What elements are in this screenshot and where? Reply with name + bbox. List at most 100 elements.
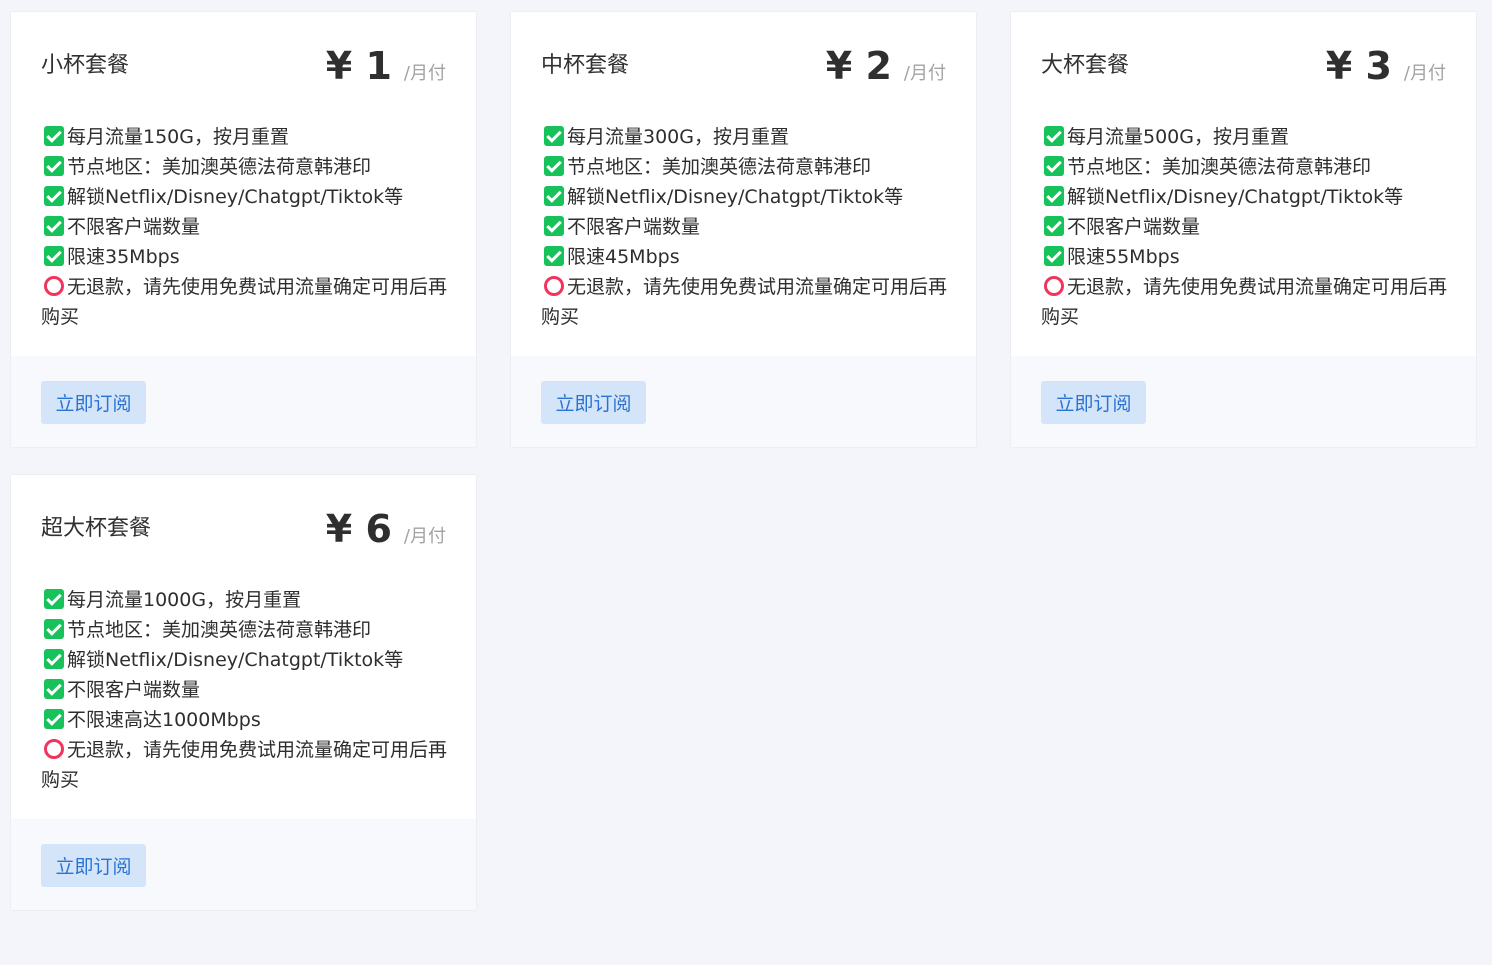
feature-item: 解锁Netflix/Disney/Chatgpt/Tiktok等 bbox=[541, 182, 951, 212]
feature-text: 解锁Netflix/Disney/Chatgpt/Tiktok等 bbox=[567, 186, 904, 208]
feature-item: 无退款，请先使用免费试用流量确定可用后再购买 bbox=[541, 272, 951, 332]
circle-icon bbox=[544, 276, 564, 296]
feature-text: 节点地区：美加澳英德法荷意韩港印 bbox=[67, 619, 372, 641]
price-amount: ¥ 6 bbox=[325, 507, 392, 551]
check-icon bbox=[44, 589, 64, 609]
plan-card-footer: 立即订阅 bbox=[511, 356, 976, 447]
feature-item: 节点地区：美加澳英德法荷意韩港印 bbox=[1041, 152, 1451, 182]
feature-list: 每月流量500G，按月重置 节点地区：美加澳英德法荷意韩港印 解锁Netflix… bbox=[1041, 122, 1451, 332]
feature-list: 每月流量1000G，按月重置 节点地区：美加澳英德法荷意韩港印 解锁Netfli… bbox=[41, 585, 451, 795]
feature-text: 解锁Netflix/Disney/Chatgpt/Tiktok等 bbox=[1067, 186, 1404, 208]
plan-card-small: 小杯套餐 ¥ 1 /月付 每月流量150G，按月重置 节点地区：美加澳英德法荷意… bbox=[10, 11, 477, 448]
check-icon bbox=[1044, 156, 1064, 176]
feature-text: 不限客户端数量 bbox=[1067, 216, 1201, 238]
check-icon bbox=[44, 246, 64, 266]
plan-price: ¥ 6 /月付 bbox=[326, 505, 446, 553]
feature-text: 限速55Mbps bbox=[1067, 246, 1180, 268]
feature-text: 不限速高达1000Mbps bbox=[67, 709, 261, 731]
feature-item: 节点地区：美加澳英德法荷意韩港印 bbox=[41, 615, 451, 645]
feature-item: 限速35Mbps bbox=[41, 242, 451, 272]
check-icon bbox=[44, 216, 64, 236]
check-icon bbox=[44, 156, 64, 176]
plan-card-body: 大杯套餐 ¥ 3 /月付 每月流量500G，按月重置 节点地区：美加澳英德法荷意… bbox=[1011, 12, 1476, 356]
plan-price: ¥ 2 /月付 bbox=[826, 42, 946, 90]
check-icon bbox=[44, 619, 64, 639]
feature-item: 不限客户端数量 bbox=[41, 212, 451, 242]
feature-item: 限速45Mbps bbox=[541, 242, 951, 272]
feature-text: 节点地区：美加澳英德法荷意韩港印 bbox=[67, 156, 372, 178]
price-unit: /月付 bbox=[903, 63, 946, 84]
plan-card-body: 中杯套餐 ¥ 2 /月付 每月流量300G，按月重置 节点地区：美加澳英德法荷意… bbox=[511, 12, 976, 356]
feature-text: 无退款，请先使用免费试用流量确定可用后再购买 bbox=[41, 739, 448, 791]
feature-item: 不限客户端数量 bbox=[41, 675, 451, 705]
plan-name: 大杯套餐 bbox=[1041, 53, 1130, 78]
feature-item: 节点地区：美加澳英德法荷意韩港印 bbox=[41, 152, 451, 182]
feature-text: 不限客户端数量 bbox=[67, 216, 201, 238]
plan-card-body: 超大杯套餐 ¥ 6 /月付 每月流量1000G，按月重置 节点地区：美加澳英德法… bbox=[11, 475, 476, 819]
subscribe-button[interactable]: 立即订阅 bbox=[41, 381, 146, 424]
check-icon bbox=[544, 156, 564, 176]
feature-text: 解锁Netflix/Disney/Chatgpt/Tiktok等 bbox=[67, 649, 404, 671]
feature-item: 不限客户端数量 bbox=[541, 212, 951, 242]
price-amount: ¥ 2 bbox=[825, 44, 892, 88]
feature-text: 限速45Mbps bbox=[567, 246, 680, 268]
check-icon bbox=[1044, 126, 1064, 146]
feature-text: 每月流量150G，按月重置 bbox=[67, 126, 289, 148]
feature-item: 每月流量1000G，按月重置 bbox=[41, 585, 451, 615]
circle-icon bbox=[1044, 276, 1064, 296]
price-unit: /月付 bbox=[1403, 63, 1446, 84]
plan-name: 小杯套餐 bbox=[41, 53, 130, 78]
check-icon bbox=[44, 709, 64, 729]
feature-text: 无退款，请先使用免费试用流量确定可用后再购买 bbox=[1041, 276, 1448, 328]
check-icon bbox=[1044, 216, 1064, 236]
plan-card-footer: 立即订阅 bbox=[11, 356, 476, 447]
feature-item: 无退款，请先使用免费试用流量确定可用后再购买 bbox=[41, 735, 451, 795]
feature-item: 解锁Netflix/Disney/Chatgpt/Tiktok等 bbox=[41, 645, 451, 675]
check-icon bbox=[544, 186, 564, 206]
price-unit: /月付 bbox=[403, 526, 446, 547]
subscribe-button[interactable]: 立即订阅 bbox=[1041, 381, 1146, 424]
check-icon bbox=[1044, 246, 1064, 266]
feature-text: 节点地区：美加澳英德法荷意韩港印 bbox=[1067, 156, 1372, 178]
feature-text: 节点地区：美加澳英德法荷意韩港印 bbox=[567, 156, 872, 178]
plan-card-footer: 立即订阅 bbox=[11, 819, 476, 910]
feature-item: 每月流量300G，按月重置 bbox=[541, 122, 951, 152]
feature-text: 不限客户端数量 bbox=[67, 679, 201, 701]
plan-price: ¥ 1 /月付 bbox=[326, 42, 446, 90]
circle-icon bbox=[44, 739, 64, 759]
feature-text: 解锁Netflix/Disney/Chatgpt/Tiktok等 bbox=[67, 186, 404, 208]
plan-card-medium: 中杯套餐 ¥ 2 /月付 每月流量300G，按月重置 节点地区：美加澳英德法荷意… bbox=[510, 11, 977, 448]
plan-card-extra-large: 超大杯套餐 ¥ 6 /月付 每月流量1000G，按月重置 节点地区：美加澳英德法… bbox=[10, 474, 477, 911]
feature-list: 每月流量150G，按月重置 节点地区：美加澳英德法荷意韩港印 解锁Netflix… bbox=[41, 122, 451, 332]
feature-item: 限速55Mbps bbox=[1041, 242, 1451, 272]
feature-item: 不限客户端数量 bbox=[1041, 212, 1451, 242]
subscribe-button[interactable]: 立即订阅 bbox=[541, 381, 646, 424]
feature-text: 无退款，请先使用免费试用流量确定可用后再购买 bbox=[541, 276, 948, 328]
feature-item: 解锁Netflix/Disney/Chatgpt/Tiktok等 bbox=[41, 182, 451, 212]
check-icon bbox=[44, 649, 64, 669]
feature-item: 每月流量150G，按月重置 bbox=[41, 122, 451, 152]
feature-item: 无退款，请先使用免费试用流量确定可用后再购买 bbox=[41, 272, 451, 332]
feature-text: 每月流量300G，按月重置 bbox=[567, 126, 789, 148]
feature-text: 无退款，请先使用免费试用流量确定可用后再购买 bbox=[41, 276, 448, 328]
plan-name: 超大杯套餐 bbox=[41, 516, 152, 541]
feature-text: 每月流量500G，按月重置 bbox=[1067, 126, 1289, 148]
feature-text: 不限客户端数量 bbox=[567, 216, 701, 238]
feature-item: 不限速高达1000Mbps bbox=[41, 705, 451, 735]
check-icon bbox=[44, 126, 64, 146]
check-icon bbox=[544, 216, 564, 236]
feature-text: 每月流量1000G，按月重置 bbox=[67, 589, 302, 611]
check-icon bbox=[544, 126, 564, 146]
feature-item: 每月流量500G，按月重置 bbox=[1041, 122, 1451, 152]
plan-card-footer: 立即订阅 bbox=[1011, 356, 1476, 447]
check-icon bbox=[544, 246, 564, 266]
subscribe-button[interactable]: 立即订阅 bbox=[41, 844, 146, 887]
check-icon bbox=[1044, 186, 1064, 206]
price-amount: ¥ 3 bbox=[1325, 44, 1392, 88]
price-amount: ¥ 1 bbox=[325, 44, 392, 88]
feature-text: 限速35Mbps bbox=[67, 246, 180, 268]
feature-item: 节点地区：美加澳英德法荷意韩港印 bbox=[541, 152, 951, 182]
feature-list: 每月流量300G，按月重置 节点地区：美加澳英德法荷意韩港印 解锁Netflix… bbox=[541, 122, 951, 332]
feature-item: 解锁Netflix/Disney/Chatgpt/Tiktok等 bbox=[1041, 182, 1451, 212]
check-icon bbox=[44, 679, 64, 699]
